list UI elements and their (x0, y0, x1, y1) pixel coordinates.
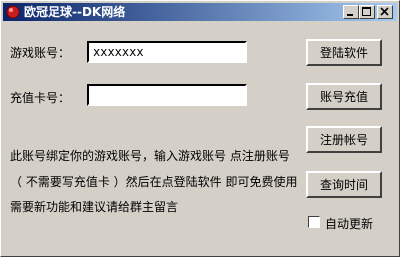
query-time-button[interactable]: 查询时间 (306, 171, 382, 198)
register-button[interactable]: 注册帐号 (306, 126, 382, 153)
login-button[interactable]: 登陆软件 (306, 39, 382, 66)
window-title: 欧冠足球--DK网络 (24, 5, 126, 19)
minimize-icon (347, 14, 353, 16)
close-icon (380, 7, 389, 16)
main-window: 欧冠足球--DK网络 游戏账号： 充值卡号： 登陆软件 账号充值 注册帐号 查询… (0, 0, 400, 257)
info-line: 需要新功能和建议请给群主留言 (10, 200, 179, 214)
game-account-input[interactable] (87, 41, 247, 63)
info-line: （ 不需要写充值卡 ）然后在点登陆软件 即可免费使用 (10, 175, 298, 189)
card-number-input[interactable] (87, 84, 247, 106)
game-account-label: 游戏账号： (10, 46, 71, 60)
card-number-label: 充值卡号： (10, 91, 71, 105)
minimize-button[interactable] (343, 5, 359, 19)
auto-update-label[interactable]: 自动更新 (325, 215, 373, 232)
maximize-icon (362, 7, 371, 16)
title-bar[interactable]: 欧冠足球--DK网络 (3, 3, 397, 21)
info-line: 此账号绑定你的游戏账号，输入游戏账号 点注册账号 (10, 149, 290, 163)
maximize-button[interactable] (359, 5, 375, 19)
recharge-button[interactable]: 账号充值 (306, 83, 382, 110)
app-icon (6, 5, 20, 19)
auto-update-checkbox[interactable] (308, 216, 320, 228)
close-button[interactable] (377, 5, 393, 19)
